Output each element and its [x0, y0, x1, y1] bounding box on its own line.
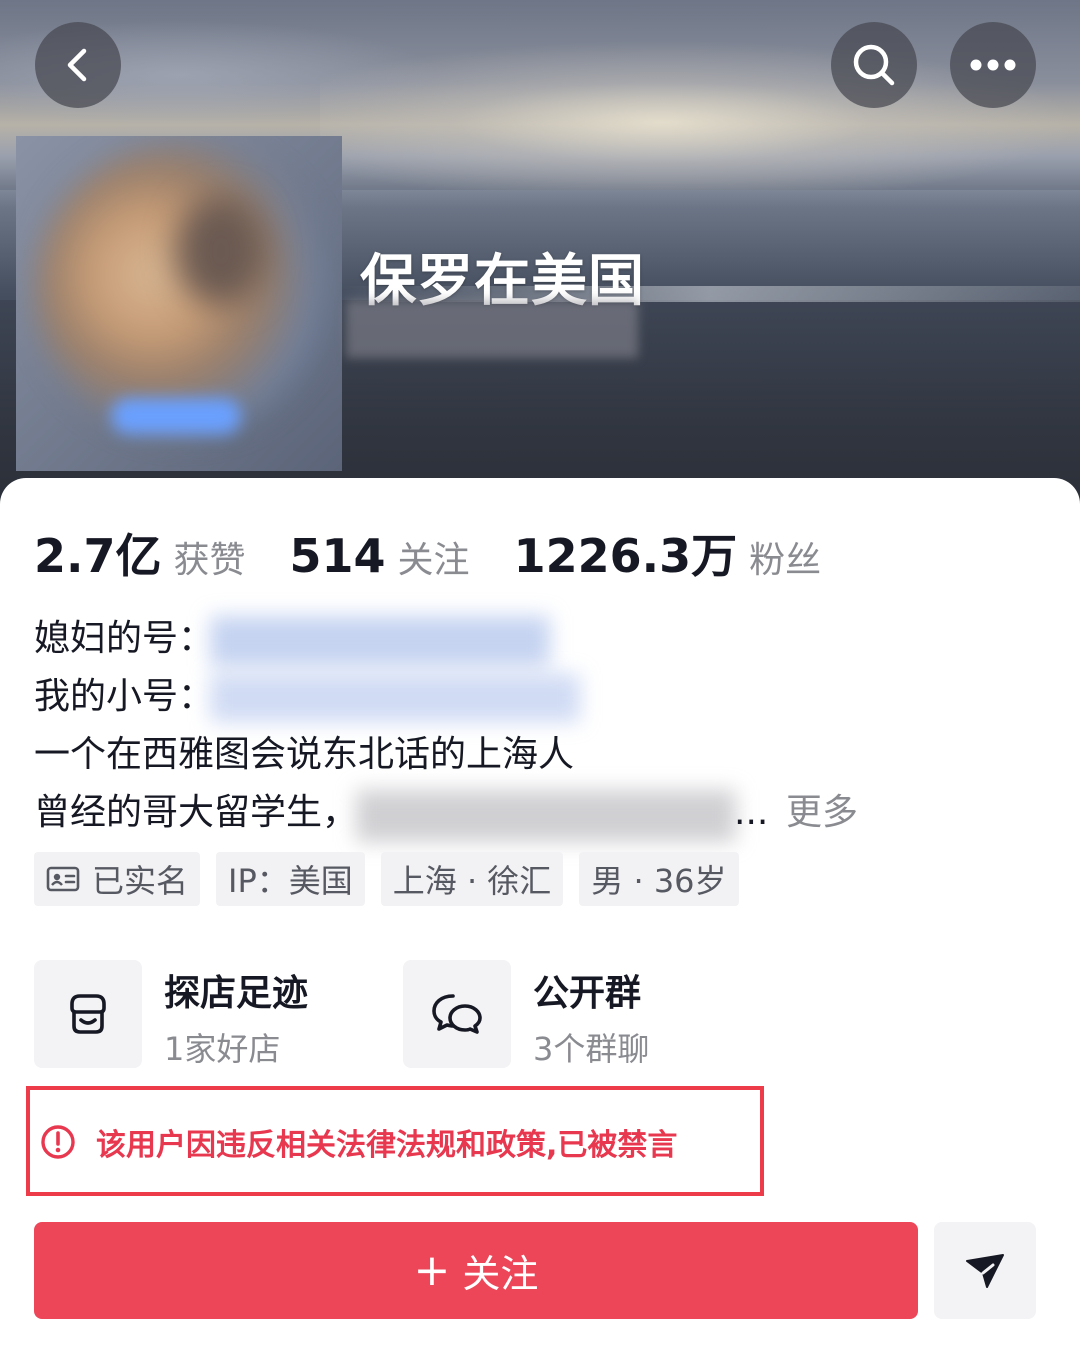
profile-bio[interactable]: 媳妇的号： 我的小号： 一个在西雅图会说东北话的上海人 曾经的哥大留学生， ..…	[34, 610, 934, 850]
follow-label: 关注	[462, 1252, 539, 1296]
bio-ellipsis: ...	[734, 792, 769, 833]
profile-entries: 探店足迹 1家好店 公开群 3个群聊	[34, 960, 1034, 1070]
profile-stats: 2.7亿 获赞 514 关注 1226.3万 粉丝	[34, 520, 865, 586]
more-options-button[interactable]	[950, 22, 1036, 108]
bio-line: 一个在西雅图会说东北话的上海人	[34, 734, 575, 775]
send-message-button[interactable]	[934, 1222, 1036, 1319]
likes-label: 获赞	[173, 540, 246, 581]
following-count: 514	[289, 529, 386, 583]
likes-stat[interactable]: 2.7亿 获赞	[34, 520, 246, 586]
follow-button[interactable]: + 关注	[34, 1222, 918, 1319]
bio-line: 媳妇的号：	[34, 618, 215, 659]
search-button[interactable]	[831, 22, 917, 108]
store-icon	[70, 994, 106, 1034]
store-visits-count: 1家好店	[164, 1030, 281, 1068]
public-groups-count: 3个群聊	[533, 1030, 650, 1068]
id-card-icon	[46, 866, 80, 892]
ip-location-tag: IP：美国	[216, 852, 365, 906]
verified-tag: 已实名	[34, 852, 201, 906]
avatar[interactable]	[16, 136, 342, 471]
followers-count: 1226.3万	[513, 529, 738, 583]
gender-age-tag: 男 · 36岁	[579, 852, 739, 906]
profile-tags: 已实名 IP：美国 上海 · 徐汇 男 · 36岁	[34, 852, 755, 906]
alert-circle-icon	[41, 1125, 75, 1159]
public-groups-entry[interactable]: 公开群 3个群聊	[403, 960, 743, 1068]
search-icon	[853, 44, 895, 86]
bio-more-link[interactable]: 更多	[786, 784, 858, 842]
public-groups-title: 公开群	[533, 973, 642, 1014]
bio-line: 我的小号：	[34, 676, 215, 717]
likes-count: 2.7亿	[34, 529, 162, 583]
following-stat[interactable]: 514 关注	[290, 529, 470, 583]
banned-notice-text: 该用户因违反相关法律法规和政策,已被禁言	[96, 1128, 678, 1163]
back-button[interactable]	[35, 22, 121, 108]
account-id-redacted	[346, 300, 638, 358]
store-visits-title: 探店足迹	[164, 973, 309, 1014]
profile-info-card: 2.7亿 获赞 514 关注 1226.3万 粉丝 媳妇的号： 我的小号： 一个…	[0, 478, 1080, 1355]
city-tag: 上海 · 徐汇	[380, 852, 564, 906]
chevron-left-icon	[67, 48, 87, 82]
followers-label: 粉丝	[749, 540, 822, 581]
following-label: 关注	[397, 540, 470, 581]
send-icon	[966, 1253, 1004, 1288]
banned-notice: 该用户因违反相关法律法规和政策,已被禁言	[26, 1086, 764, 1196]
chat-bubbles-icon	[432, 994, 482, 1034]
verified-label: 已实名	[92, 862, 189, 900]
more-dots-icon	[970, 59, 1016, 71]
followers-stat[interactable]: 1226.3万 粉丝	[514, 520, 822, 586]
profile-cover: 保罗在美国	[0, 0, 1080, 520]
store-visits-entry[interactable]: 探店足迹 1家好店	[34, 960, 374, 1068]
plus-icon: +	[413, 1244, 451, 1296]
